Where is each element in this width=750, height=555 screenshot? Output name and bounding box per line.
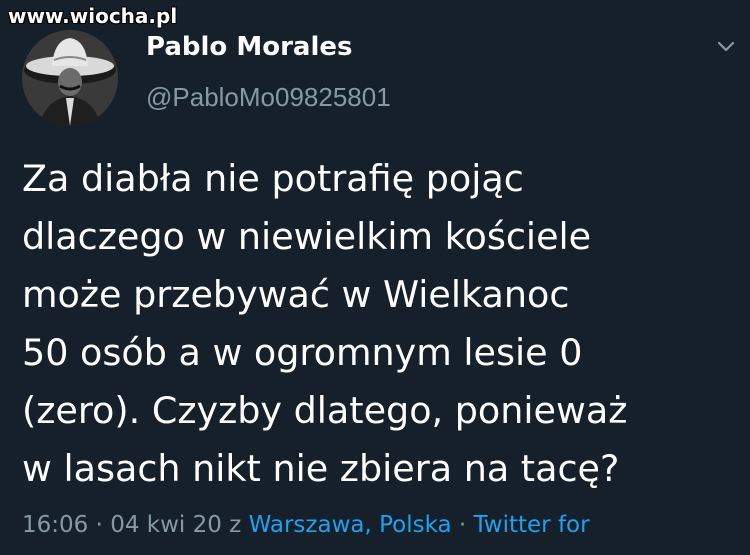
tweet-line: może przebywać w Wielkanoc [22, 273, 570, 316]
tweet-line: Za diabła nie potrafię pojąc [22, 157, 524, 200]
avatar[interactable] [22, 30, 118, 126]
meta-separator: · [451, 512, 474, 538]
location-link[interactable]: Warszawa, Polska [249, 512, 452, 538]
chevron-down-icon[interactable] [716, 40, 736, 54]
avatar-photo-icon [22, 30, 118, 126]
tweet-meta: 16:06 · 04 kwi 20 z Warszawa, Polska · T… [22, 512, 590, 538]
user-handle[interactable]: @PabloMo09825801 [146, 82, 391, 113]
tweet-text: Za diabła nie potrafię pojąc dlaczego w … [22, 150, 737, 498]
tweet-line: dlaczego w niewielkim kościele [22, 215, 592, 258]
source-link[interactable]: Twitter for [474, 512, 590, 538]
tweet-line: 50 osób a w ogromnym lesie 0 [22, 331, 583, 374]
tweet-line: (zero). Czyzby dlatego, ponieważ [22, 389, 628, 432]
display-name[interactable]: Pablo Morales [146, 32, 352, 62]
tweet-timestamp[interactable]: 16:06 · 04 kwi 20 z [22, 512, 249, 538]
site-watermark: www.wiocha.pl [8, 4, 178, 28]
tweet-line: w lasach nikt nie zbiera na tacę? [22, 447, 620, 490]
